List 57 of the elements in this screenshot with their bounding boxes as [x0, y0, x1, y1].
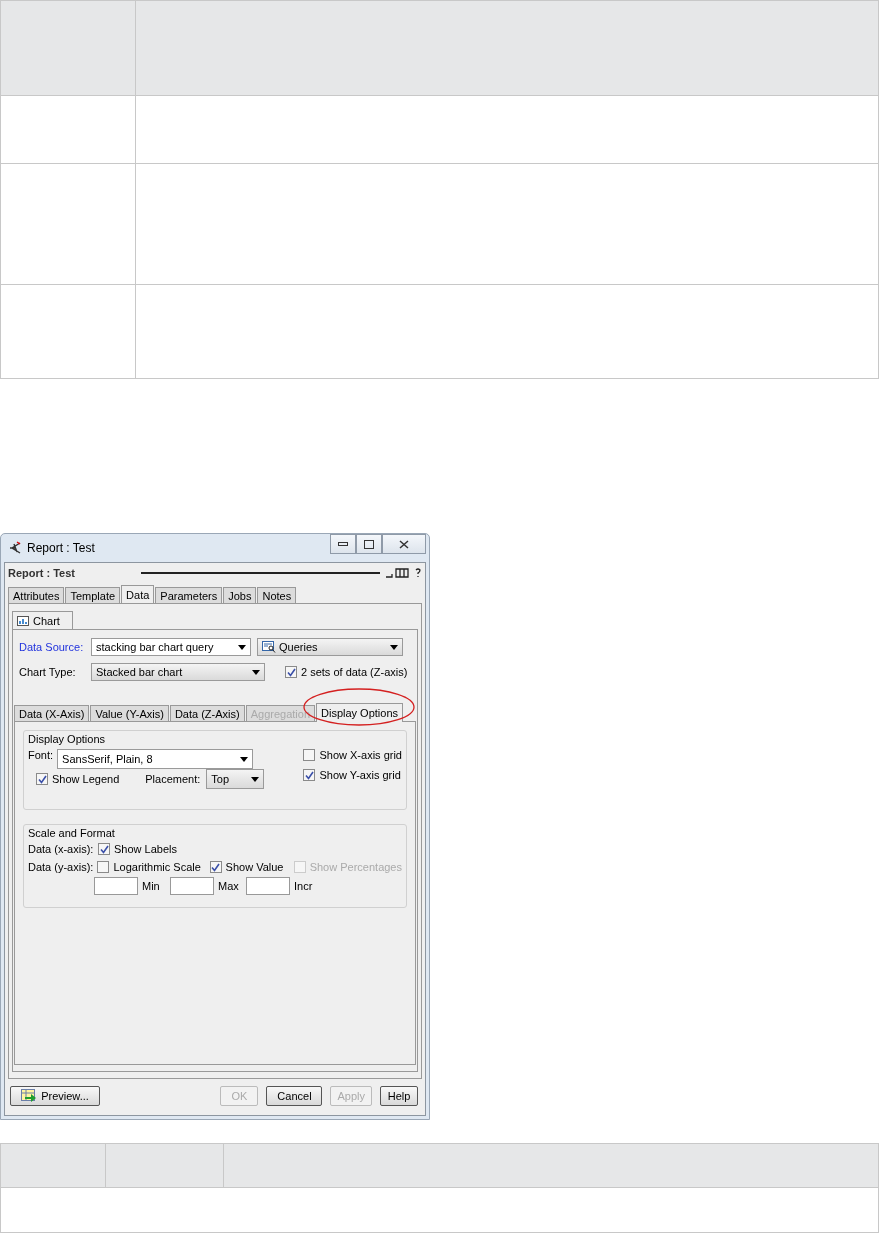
caret-icon	[390, 644, 398, 650]
checkbox[interactable]: Show Value	[209, 861, 284, 873]
minimize-button[interactable]	[330, 534, 356, 554]
checkbox[interactable]: Show Labels	[98, 843, 177, 855]
group-title: Scale and Format	[28, 827, 116, 839]
checkbox[interactable]: Show Legend	[36, 773, 120, 785]
caret-icon	[252, 669, 260, 675]
tab[interactable]: Data (Z-Axis)	[169, 705, 245, 722]
maximize-icon	[364, 539, 374, 549]
dialog-button[interactable]: Cancel	[266, 1086, 323, 1106]
app-logo-icon	[8, 541, 22, 555]
number-field[interactable]	[94, 877, 138, 895]
field-label: Font:	[28, 749, 54, 761]
checkbox[interactable]: Show X-axis grid	[303, 749, 402, 761]
chart-type-dropdown[interactable]: Stacked bar chart	[91, 663, 265, 681]
check-icon	[211, 862, 221, 872]
field-label: Data (y-axis):	[28, 861, 94, 873]
caret-icon	[238, 644, 246, 650]
preview-button[interactable]: Preview...	[10, 1086, 100, 1106]
maximize-button[interactable]	[356, 534, 382, 554]
field-label: Data Source:	[19, 641, 85, 653]
window-title: Report : Test	[27, 541, 96, 555]
caret-icon	[251, 776, 260, 782]
number-field[interactable]	[246, 877, 290, 895]
data-source-dropdown[interactable]: stacking bar chart query	[91, 638, 251, 656]
check-icon	[99, 844, 109, 854]
field-label: Min	[142, 880, 161, 892]
field-label: Placement:	[145, 773, 201, 785]
check-icon	[37, 774, 47, 784]
field-label: Max	[218, 880, 240, 892]
list-search-icon	[262, 641, 276, 653]
close-button[interactable]	[382, 534, 426, 554]
checkbox[interactable]: Show Y-axis grid	[303, 769, 402, 781]
bar-chart-icon	[17, 616, 29, 626]
close-icon	[399, 539, 409, 549]
tab[interactable]: Chart	[12, 611, 73, 630]
caret-icon	[240, 756, 249, 762]
number-field[interactable]	[170, 877, 214, 895]
panel-title: Report : Test	[8, 567, 76, 579]
minimize-icon	[338, 542, 348, 546]
dialog-button[interactable]: Help	[380, 1086, 418, 1106]
field-label: Chart Type:	[19, 666, 77, 678]
panel-controls-icon[interactable]	[386, 568, 422, 578]
tab[interactable]: Data (X-Axis)	[14, 705, 90, 722]
placement-dropdown[interactable]: Top	[206, 769, 265, 789]
checkbox[interactable]: 2 sets of data (Z-axis)	[285, 666, 408, 678]
tab[interactable]: Value (Y-Axis)	[90, 705, 169, 722]
queries-dropdown[interactable]: Queries	[257, 638, 403, 656]
check-icon	[304, 770, 314, 780]
tab[interactable]: Display Options	[316, 703, 404, 722]
field-label: Incr	[294, 880, 314, 892]
checkbox[interactable]: Logarithmic Scale	[97, 861, 201, 873]
field-label: Data (x-axis):	[28, 843, 94, 855]
check-icon	[286, 667, 296, 677]
group-title: Display Options	[28, 733, 107, 745]
table-arrow-icon	[21, 1089, 38, 1103]
font-dropdown[interactable]: SansSerif, Plain, 8	[57, 749, 254, 769]
